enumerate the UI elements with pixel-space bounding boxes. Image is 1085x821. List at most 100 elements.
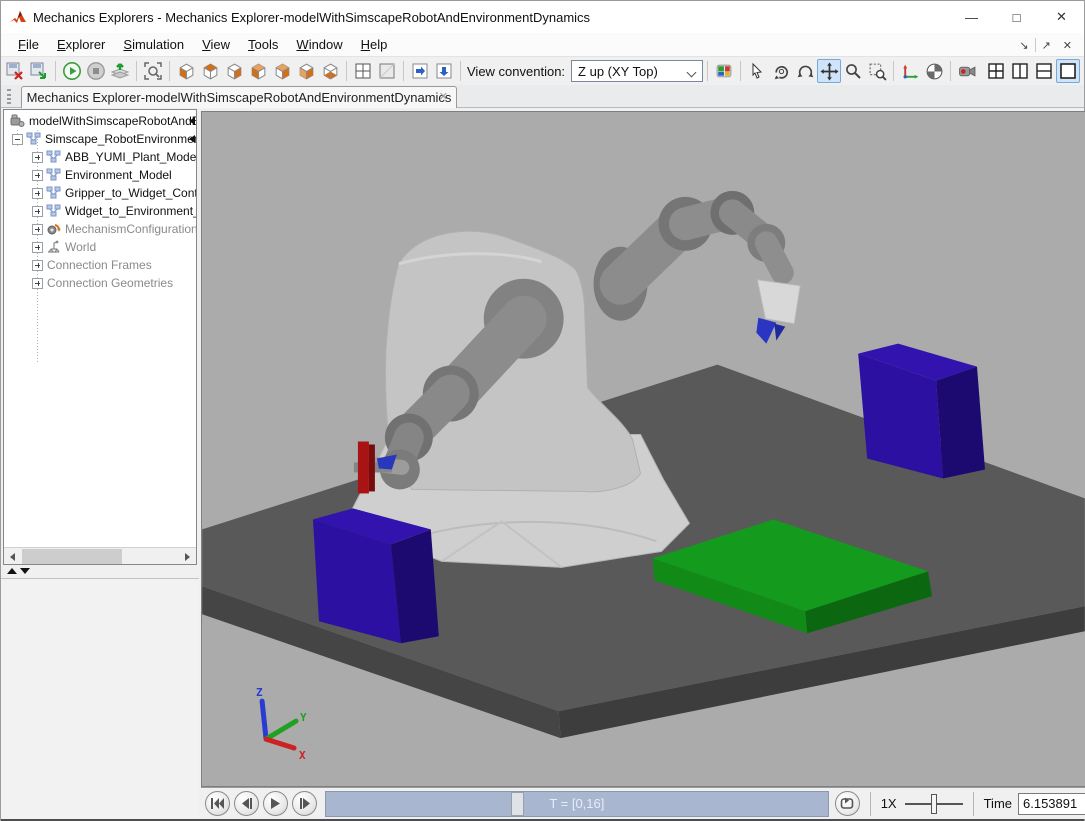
maximize-button[interactable]: □ (994, 1, 1039, 33)
view-isometric-icon[interactable] (174, 59, 198, 83)
expander-plus-icon[interactable] (32, 242, 43, 253)
select-pointer-icon[interactable] (745, 59, 769, 83)
close-pane-icon[interactable]: ✕ (1057, 39, 1078, 52)
sphere-view-icon[interactable] (922, 59, 946, 83)
tree-item-connection-frames[interactable]: Connection Frames (4, 256, 196, 274)
stop-simulation-icon[interactable] (84, 59, 108, 83)
menu-window[interactable]: Window (287, 34, 351, 55)
time-slider-thumb[interactable] (511, 792, 524, 816)
roll-view-icon[interactable] (793, 59, 817, 83)
play-simulation-icon[interactable] (60, 59, 84, 83)
time-label: Time (984, 796, 1012, 811)
expander-plus-icon[interactable] (32, 278, 43, 289)
appearance-icon[interactable] (712, 59, 736, 83)
go-to-start-button[interactable] (205, 791, 230, 816)
tree-item-label: ABB_YUMI_Plant_Model (65, 150, 196, 164)
view-top-icon[interactable] (198, 59, 222, 83)
view-left-right-icon[interactable] (294, 59, 318, 83)
tree-item-connection-geometries[interactable]: Connection Geometries (4, 274, 196, 292)
view-top-right-icon[interactable] (270, 59, 294, 83)
tree-item-mechanism-configuration[interactable]: MechanismConfiguration (4, 220, 196, 238)
pan-view-icon[interactable] (817, 59, 841, 83)
restore-configuration-icon[interactable] (27, 59, 51, 83)
playback-bar: T = [0,16] 1X Time (201, 787, 1085, 819)
view-right-icon[interactable] (222, 59, 246, 83)
separator (893, 61, 894, 81)
close-button[interactable]: ✕ (1039, 1, 1084, 33)
time-range-label: T = [0,16] (549, 796, 604, 811)
expander-plus-icon[interactable] (32, 260, 43, 271)
layout-single-pane-icon[interactable] (375, 59, 399, 83)
save-configuration-icon[interactable] (3, 59, 27, 83)
scroll-left-arrow[interactable] (4, 548, 21, 565)
minimize-button[interactable]: — (949, 1, 994, 33)
expander-minus-icon[interactable] (12, 134, 23, 145)
loop-playback-button[interactable] (835, 791, 860, 816)
step-forward-button[interactable] (292, 791, 317, 816)
speed-slider[interactable] (905, 794, 963, 814)
time-slider-track[interactable]: T = [0,16] (325, 791, 829, 817)
zoom-to-fit-icon[interactable] (141, 59, 165, 83)
menu-tools[interactable]: Tools (239, 34, 287, 55)
viewport-3d[interactable]: Z Y X (201, 111, 1085, 787)
record-video-icon[interactable] (955, 59, 979, 83)
rotate-view-icon[interactable] (769, 59, 793, 83)
tree-item-abb-yumi-plant-model[interactable]: ABB_YUMI_Plant_Model (4, 148, 196, 166)
menu-simulation[interactable]: Simulation (114, 34, 193, 55)
tab-mechanics-explorer[interactable]: Mechanics Explorer-modelWithSimscapeRobo… (21, 86, 457, 108)
tab-close-icon[interactable]: ✕ (439, 90, 448, 103)
window-layout-quad-icon[interactable] (984, 59, 1008, 83)
tree-item-widget-to-environment[interactable]: Widget_to_Environment_ (4, 202, 196, 220)
zoom-region-icon[interactable] (865, 59, 889, 83)
expander-plus-icon[interactable] (32, 224, 43, 235)
expander-plus-icon[interactable] (32, 206, 43, 217)
tree-item-environment-model[interactable]: Environment_Model (4, 166, 196, 184)
tree-item-label: modelWithSimscapeRobotAndE (29, 114, 196, 128)
tree-horizontal-scrollbar[interactable] (4, 547, 196, 564)
expander-plus-icon[interactable] (32, 170, 43, 181)
view-convention-select[interactable]: Z up (XY Top) (571, 60, 703, 82)
arrow-right-box-icon[interactable] (408, 59, 432, 83)
menu-help[interactable]: Help (352, 34, 397, 55)
world-frame-icon (46, 240, 61, 254)
scene-3d: Z Y X (202, 112, 1085, 786)
zoom-icon[interactable] (841, 59, 865, 83)
collapse-up-icon[interactable] (7, 568, 17, 574)
scrollbar-thumb[interactable] (22, 549, 122, 564)
tree-item-world[interactable]: World (4, 238, 196, 256)
tree-item-gripper-to-widget-contact[interactable]: Gripper_to_Widget_Conta (4, 184, 196, 202)
coordinate-triad: Z Y X (256, 686, 307, 762)
tree-item-model-root[interactable]: modelWithSimscapeRobotAndE (4, 112, 196, 130)
undock-arrow-icon[interactable]: ↗ (1036, 39, 1057, 52)
window-layout-single-icon[interactable] (1056, 59, 1080, 83)
frame-triad-icon[interactable] (898, 59, 922, 83)
menu-view[interactable]: View (193, 34, 239, 55)
mechanics-explorer-window: Mechanics Explorers - Mechanics Explorer… (0, 0, 1085, 821)
collapse-down-icon[interactable] (20, 568, 30, 574)
tab-drag-handle[interactable] (7, 89, 11, 104)
play-button[interactable] (263, 791, 288, 816)
separator (346, 61, 347, 81)
panel-splitter[interactable] (7, 568, 30, 574)
window-layout-vertical-icon[interactable] (1008, 59, 1032, 83)
expander-plus-icon[interactable] (32, 188, 43, 199)
tree-item-simscape-robotenvironment[interactable]: Simscape_RobotEnvironmen (4, 130, 196, 148)
menu-file[interactable]: File (9, 34, 48, 55)
speed-slider-thumb[interactable] (931, 794, 937, 814)
update-model-icon[interactable] (108, 59, 132, 83)
property-panel-empty (1, 578, 199, 819)
view-top-left-icon[interactable] (246, 59, 270, 83)
dock-arrow-icon[interactable]: ↘ (1013, 39, 1034, 52)
right-gripper (757, 280, 800, 324)
view-bottom-icon[interactable] (318, 59, 342, 83)
separator (403, 61, 404, 81)
menu-explorer[interactable]: Explorer (48, 34, 114, 55)
arrow-down-box-icon[interactable] (432, 59, 456, 83)
expander-plus-icon[interactable] (32, 152, 43, 163)
step-back-button[interactable] (234, 791, 259, 816)
scroll-right-arrow[interactable] (179, 548, 196, 565)
layout-quad-pane-icon[interactable] (351, 59, 375, 83)
time-value-field[interactable] (1018, 793, 1085, 815)
window-layout-horizontal-icon[interactable] (1032, 59, 1056, 83)
separator (55, 61, 56, 81)
